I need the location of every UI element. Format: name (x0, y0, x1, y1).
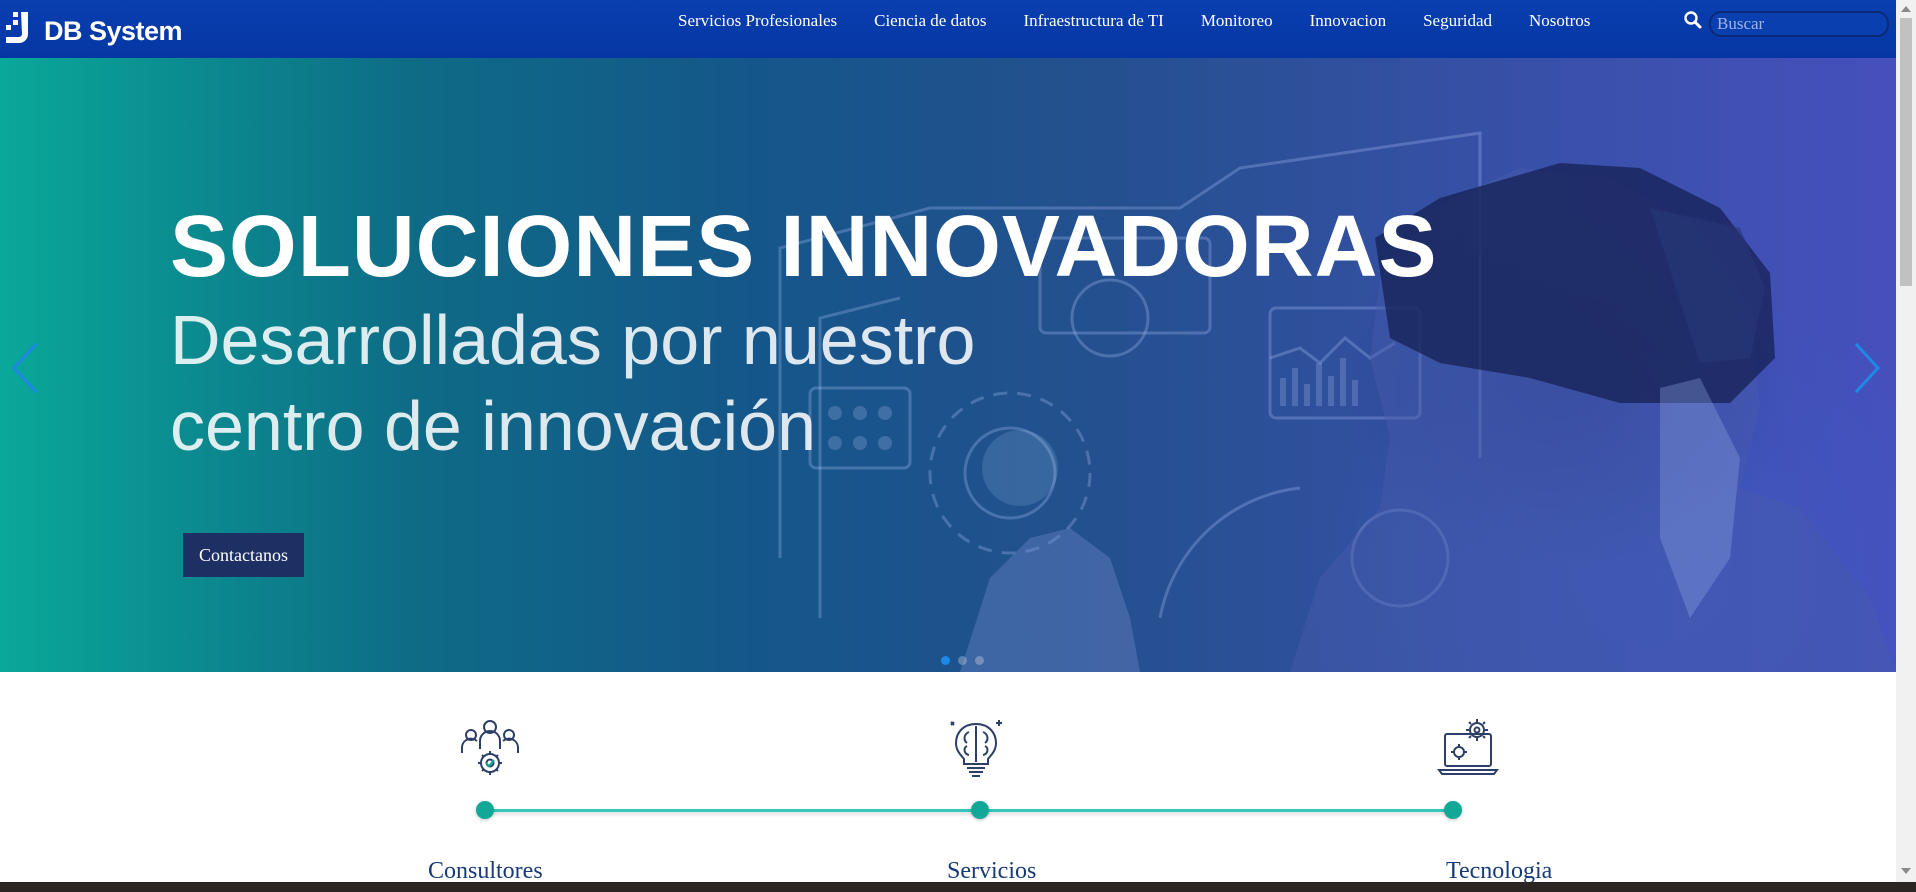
timeline-dot-tecnologia (1444, 801, 1462, 819)
taskbar-edge (0, 882, 1916, 892)
nav-item-infraestructura-de-ti[interactable]: Infraestructura de TI (1023, 11, 1163, 31)
brain-bulb-icon (950, 720, 1002, 777)
search-input[interactable] (1709, 11, 1889, 37)
page-scrollbar[interactable] (1896, 0, 1916, 882)
brand-name: DB System (44, 15, 183, 46)
feature-label-tecnologia[interactable]: Tecnologia (1446, 858, 1552, 885)
hero-carousel: SOLUCIONES INNOVADORAS Desarrolladas por… (0, 58, 1896, 672)
nav-item-servicios-profesionales[interactable]: Servicios Profesionales (678, 11, 837, 31)
nav-item-innovacion[interactable]: Innovacion (1310, 11, 1386, 31)
scroll-down-arrow-icon[interactable] (1901, 868, 1911, 874)
timeline-line (485, 809, 1453, 812)
main-nav: Servicios Profesionales Ciencia de datos… (678, 0, 1590, 42)
scroll-thumb[interactable] (1900, 18, 1912, 286)
timeline-dot-servicios (971, 801, 989, 819)
contact-button[interactable]: Contactanos (183, 533, 304, 577)
timeline-dot-consultores (476, 801, 494, 819)
hero-subtitle-line-2: centro de innovación (170, 387, 816, 465)
nav-item-nosotros[interactable]: Nosotros (1529, 11, 1590, 31)
features-section: Consultores Servicios Tecnologia (0, 672, 1896, 885)
carousel-indicator-1[interactable] (941, 656, 950, 665)
carousel-prev-arrow-icon[interactable] (6, 338, 46, 398)
team-gear-icon (461, 720, 519, 775)
hero-subtitle-line-1: Desarrolladas por nuestro (170, 301, 976, 379)
db-system-logo-icon (6, 12, 28, 43)
carousel-next-arrow-icon[interactable] (1846, 338, 1886, 398)
carousel-indicators (941, 656, 984, 665)
laptop-gear-icon (1437, 719, 1499, 775)
brand-logo[interactable]: DB System (0, 0, 183, 58)
feature-label-consultores[interactable]: Consultores (428, 858, 543, 885)
nav-item-ciencia-de-datos[interactable]: Ciencia de datos (874, 11, 986, 31)
carousel-indicator-2[interactable] (958, 656, 967, 665)
search-icon[interactable] (1683, 10, 1703, 30)
top-navbar: DB System Servicios Profesionales Cienci… (0, 0, 1896, 59)
hero-title: SOLUCIONES INNOVADORAS (170, 198, 1438, 295)
carousel-indicator-3[interactable] (975, 656, 984, 665)
nav-item-seguridad[interactable]: Seguridad (1423, 11, 1492, 31)
feature-label-servicios[interactable]: Servicios (947, 858, 1036, 885)
scroll-up-arrow-icon[interactable] (1901, 6, 1911, 12)
nav-item-monitoreo[interactable]: Monitoreo (1201, 11, 1273, 31)
